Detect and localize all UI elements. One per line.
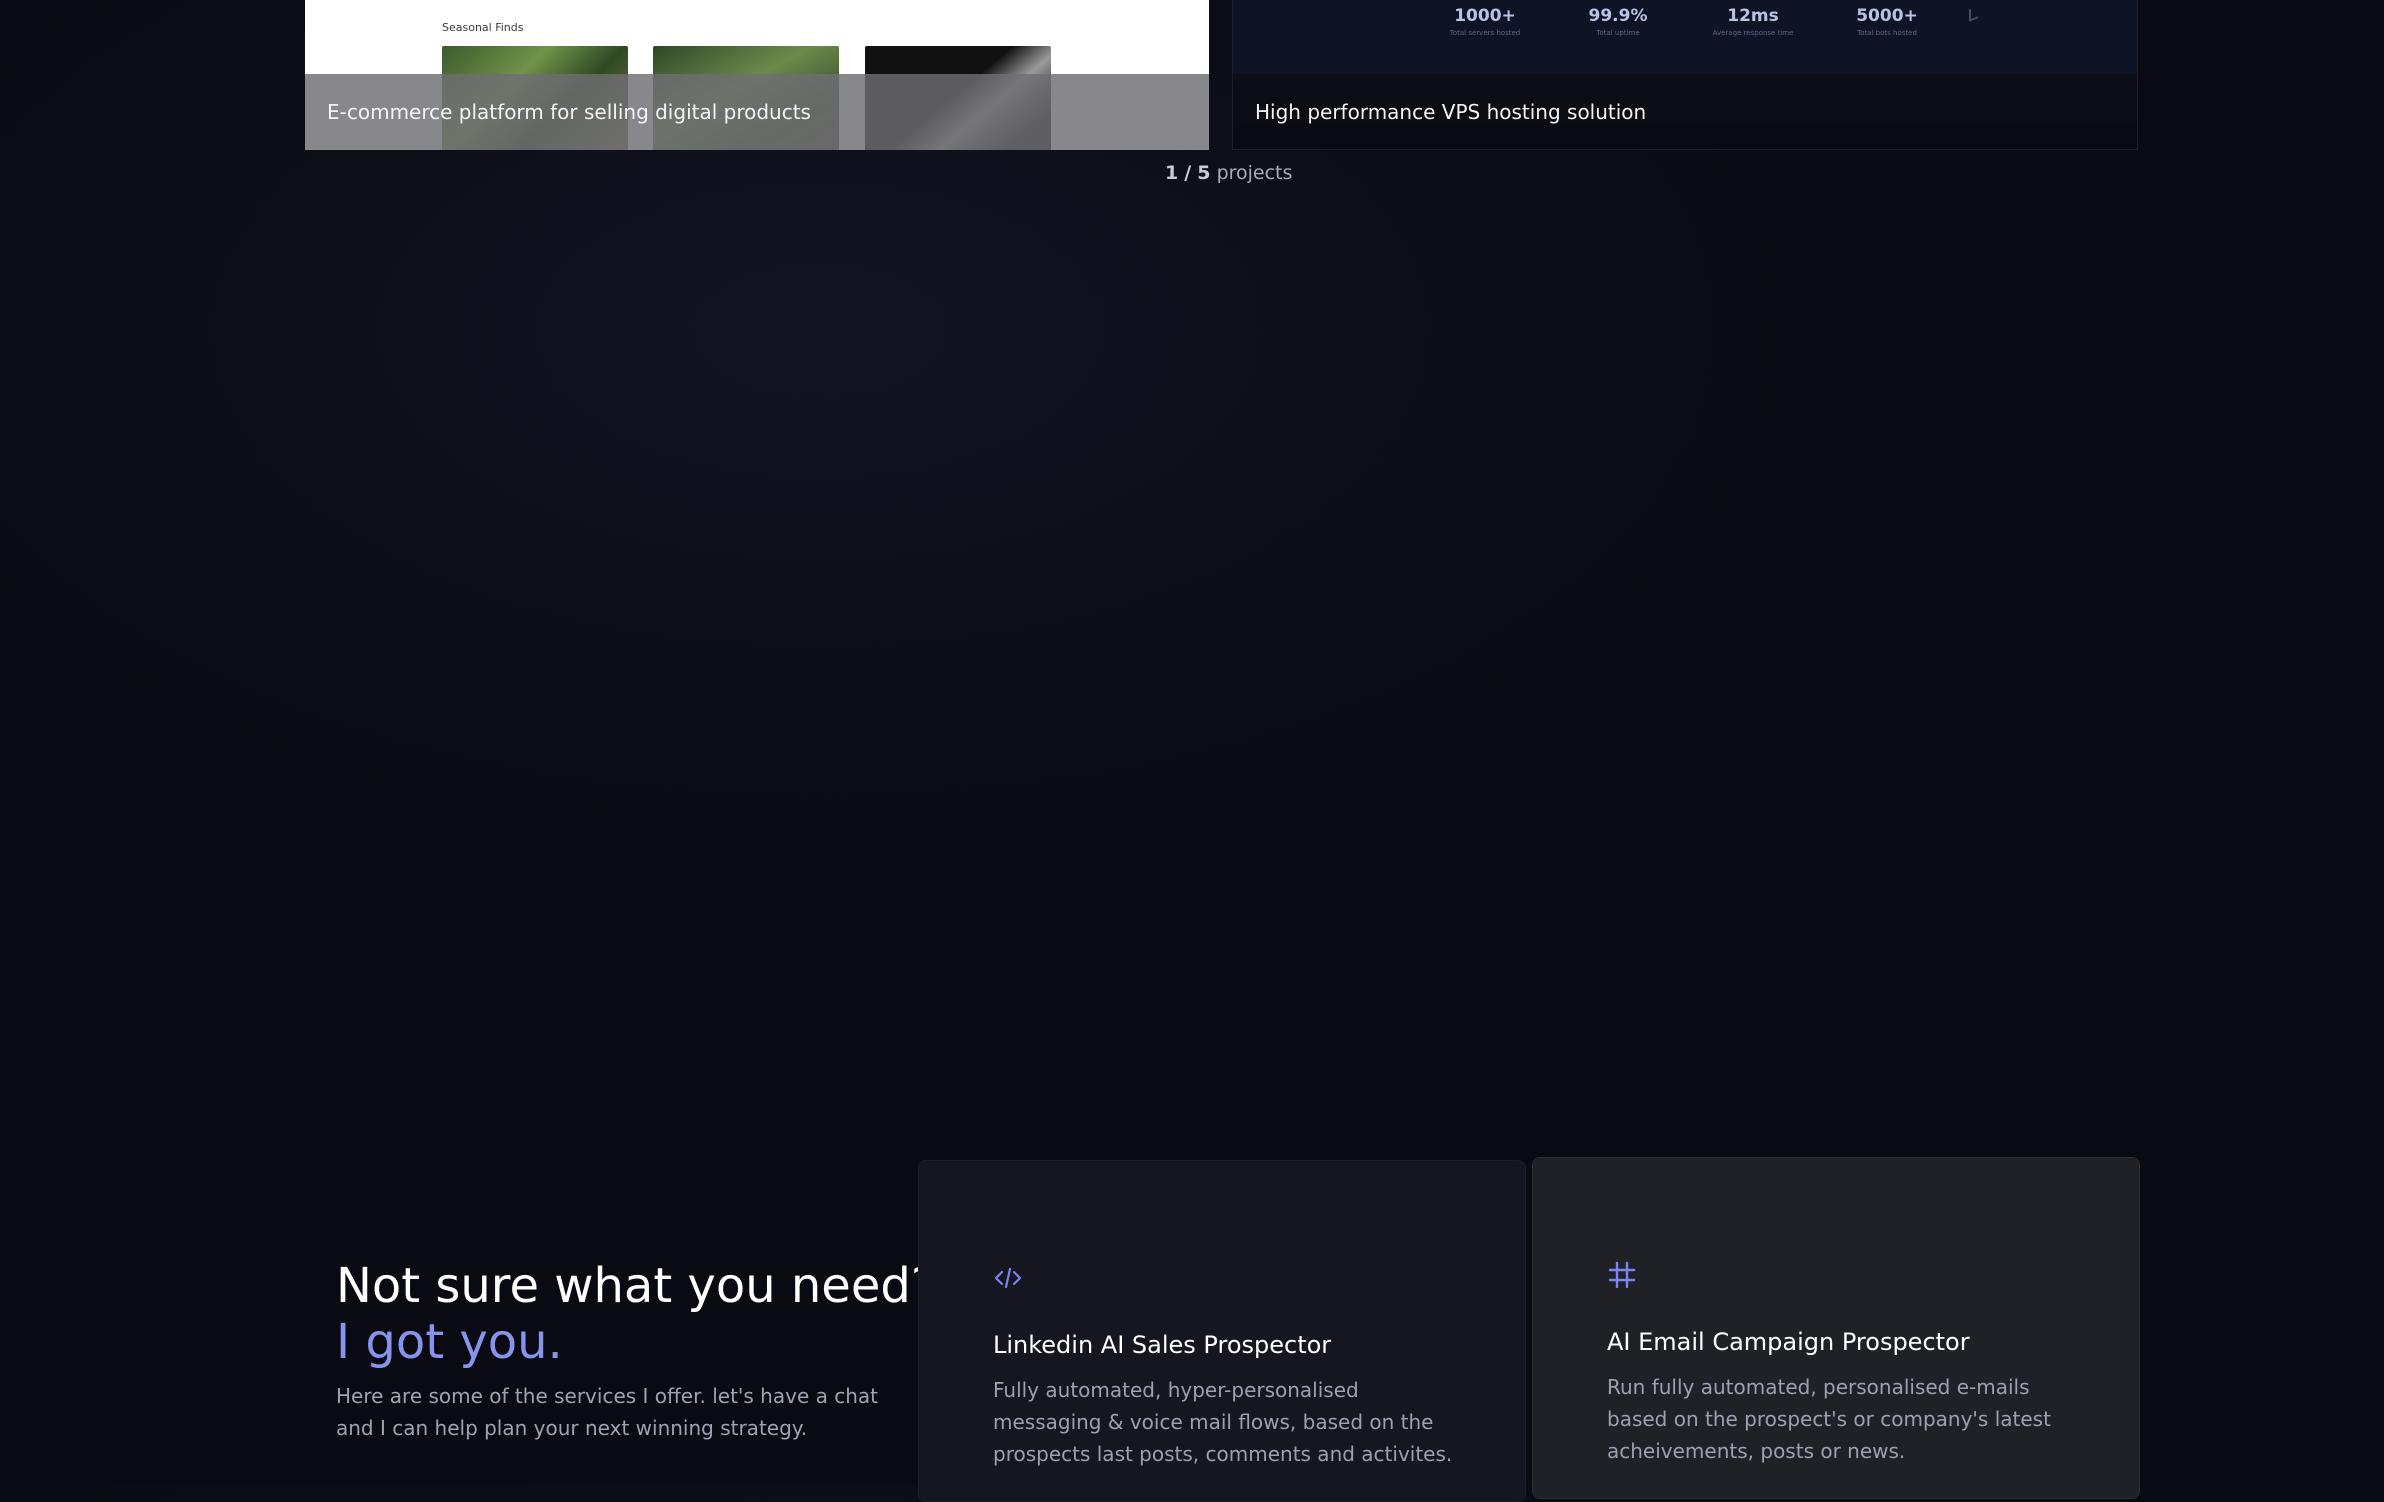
service-card-email[interactable]: AI Email Campaign Prospector Run fully a… — [1532, 1157, 2140, 1499]
project-caption-overlay: High performance VPS hosting solution — [1233, 74, 2137, 149]
project-card-ecommerce[interactable]: Seasonal Finds E-commerce platform for s… — [305, 0, 1209, 150]
project-card-vps[interactable]: 1000+ Total servers hosted 99.9% Total u… — [1232, 0, 2138, 150]
services-heading: Not sure what you need? — [336, 1258, 937, 1314]
preview-stat: 99.9% Total uptime — [1558, 6, 1678, 37]
services-description: Here are some of the services I offer. l… — [336, 1384, 878, 1440]
hash-icon — [1607, 1260, 1637, 1290]
services-heading-accent: I got you. — [336, 1314, 563, 1370]
preview-stat: 12ms Average response time — [1693, 6, 1813, 37]
preview-stat-label: Total uptime — [1596, 29, 1640, 37]
preview-stat-value: 5000+ — [1856, 6, 1918, 26]
project-pagination: 1 / 5 projects — [1165, 162, 1292, 184]
preview-stat: 1000+ Total servers hosted — [1425, 6, 1545, 37]
preview-stat-label: Total bots hosted — [1857, 29, 1917, 37]
cursor-icon — [1969, 6, 1978, 22]
preview-stat-label: Total servers hosted — [1449, 29, 1521, 37]
pagination-label: projects — [1216, 162, 1293, 184]
pagination-total: 5 — [1197, 162, 1211, 184]
service-description: Run fully automated, personalised e-mail… — [1607, 1375, 2051, 1463]
service-card-linkedin[interactable]: Linkedin AI Sales Prospector Fully autom… — [918, 1160, 1526, 1502]
preview-section-label: Seasonal Finds — [442, 21, 524, 34]
pagination-separator: / — [1184, 162, 1192, 184]
preview-stat-value: 99.9% — [1588, 6, 1648, 26]
service-description: Fully automated, hyper-personalised mess… — [993, 1378, 1453, 1466]
pagination-current: 1 — [1165, 162, 1179, 184]
code-icon — [993, 1263, 1023, 1293]
service-title: AI Email Campaign Prospector — [1607, 1328, 1970, 1356]
project-caption: E-commerce platform for selling digital … — [327, 100, 811, 124]
preview-stat-value: 12ms — [1727, 6, 1779, 26]
preview-stat: 5000+ Total bots hosted — [1827, 6, 1947, 37]
preview-stat-value: 1000+ — [1454, 6, 1516, 26]
project-caption: High performance VPS hosting solution — [1255, 100, 1647, 124]
preview-stat-label: Average response time — [1712, 29, 1794, 37]
service-title: Linkedin AI Sales Prospector — [993, 1331, 1332, 1359]
project-caption-overlay: E-commerce platform for selling digital … — [305, 74, 1209, 150]
